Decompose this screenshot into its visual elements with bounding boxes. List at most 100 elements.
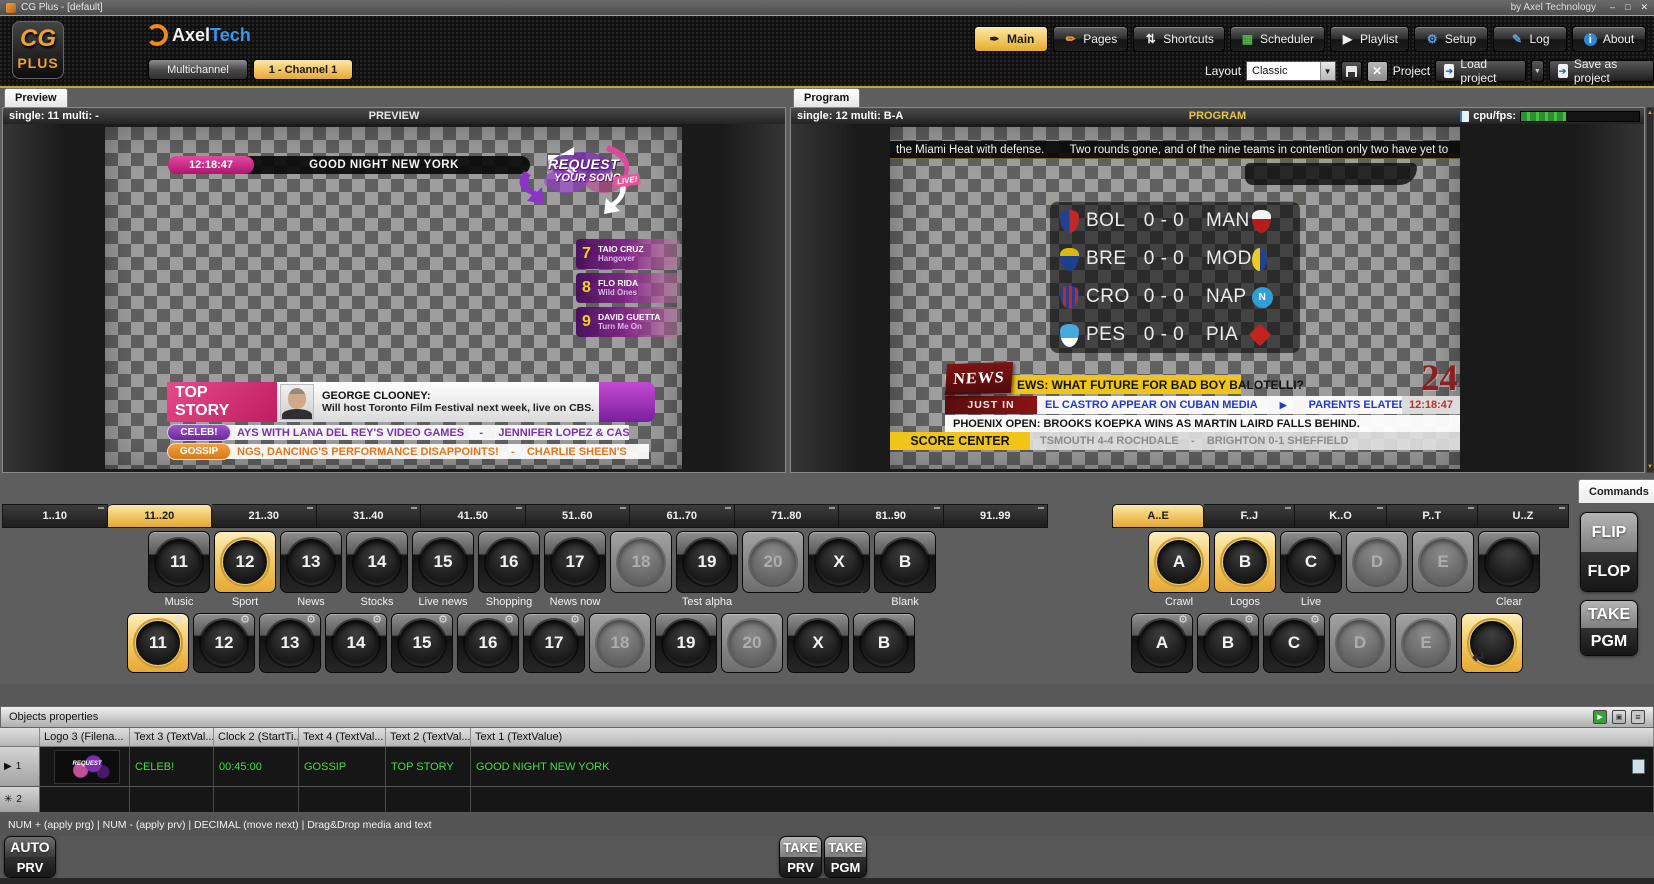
page-knob[interactable]: ⚙ 18 ⌄	[610, 531, 672, 593]
cell-text2[interactable]: TOP STORY	[386, 747, 471, 787]
page-range-tab[interactable]: 51..60	[526, 504, 631, 528]
multi-page-knob[interactable]: ⚙ E	[1412, 531, 1474, 593]
page-knob[interactable]: ⚙ 13	[259, 613, 321, 673]
page-range-tab[interactable]: 81..90	[839, 504, 944, 528]
nav-button[interactable]: ⚙ Setup	[1414, 26, 1488, 52]
nav-button[interactable]: ⇅ Shortcuts	[1133, 26, 1225, 52]
page-range-tab[interactable]: P..T	[1387, 504, 1478, 528]
page-knob[interactable]: ⚙ 16 ⌄	[478, 531, 540, 593]
auto-prv-button[interactable]: AUTO PRV	[4, 836, 56, 878]
multi-page-knob[interactable]: ⚙ B	[1214, 531, 1276, 593]
multi-page-knob[interactable]: ⚙ A	[1131, 613, 1193, 673]
page-knob[interactable]: ⚙ 20 ⌄	[742, 531, 804, 593]
page-knob[interactable]: ⚙ X ⌄	[808, 531, 870, 593]
multi-page-knob[interactable]: ⚙ D	[1329, 613, 1391, 673]
column-header[interactable]: Text 4 (TextVal...	[299, 728, 386, 746]
page-range-tab[interactable]: 71..80	[735, 504, 840, 528]
page-range-tab[interactable]: 31..40	[317, 504, 422, 528]
page-range-tab[interactable]: 1..10	[2, 504, 108, 528]
column-header[interactable]: Clock 2 (StartTi...	[214, 728, 299, 746]
cell-text3[interactable]: CELEB!	[130, 747, 214, 787]
minimize-icon[interactable]: –	[1610, 2, 1615, 13]
page-knob[interactable]: ⚙ B	[853, 613, 915, 673]
page-knob[interactable]: ⚙ 17	[523, 613, 585, 673]
page-range-tab[interactable]: 91..99	[944, 504, 1049, 528]
channel-tab[interactable]: Multichannel	[148, 59, 248, 80]
close-icon[interactable]: ✕	[1640, 2, 1648, 13]
channel-tab[interactable]: 1 - Channel 1	[253, 59, 353, 80]
cell-clock2[interactable]: 00:45:00	[214, 747, 299, 787]
nav-button[interactable]: ▦ Scheduler	[1230, 26, 1325, 52]
save-layout-button[interactable]	[1341, 61, 1362, 82]
load-project-dropdown-icon[interactable]: ▼	[1531, 60, 1543, 82]
nav-button[interactable]: ✏ Pages	[1053, 26, 1128, 52]
column-header[interactable]	[0, 728, 40, 746]
page-range-tab[interactable]: U..Z	[1478, 504, 1569, 528]
cell-text4[interactable]: GOSSIP	[299, 747, 386, 787]
maximize-icon[interactable]: □	[1625, 2, 1630, 13]
page-range-tab[interactable]: F..J	[1204, 504, 1295, 528]
save-as-project-button[interactable]: ➔ Save as project	[1549, 60, 1654, 82]
tab-preview[interactable]: Preview	[4, 88, 68, 107]
page-knob[interactable]: ⚙ 13 ⌄	[280, 531, 342, 593]
page-knob[interactable]: ⚙ 16	[457, 613, 519, 673]
cell-text1[interactable]: GOOD NIGHT NEW YORK	[471, 747, 1654, 787]
page-knob[interactable]: ⚙ 14 ⌄	[346, 531, 408, 593]
page-knob[interactable]: ⚙ 12 ⌄	[214, 531, 276, 593]
multi-page-knob[interactable]: ⚙ B	[1197, 613, 1259, 673]
page-range-tab[interactable]: 61..70	[630, 504, 735, 528]
apply-green-icon[interactable]: ▶	[1593, 710, 1607, 724]
multi-page-knob[interactable]: ⚙ A	[1148, 531, 1210, 593]
multi-page-knob[interactable]: ⚙ C	[1263, 613, 1325, 673]
page-knob[interactable]: ⚙ 15	[391, 613, 453, 673]
page-knob[interactable]: ⚙ 19 ⌄	[676, 531, 738, 593]
page-knob[interactable]: ⚙ X	[787, 613, 849, 673]
page-knob[interactable]: ⚙ 15 ⌄	[412, 531, 474, 593]
column-header[interactable]: Text 2 (TextVal...	[386, 728, 471, 746]
nav-button[interactable]: ▶ Playlist	[1330, 26, 1409, 52]
tab-commands[interactable]: Commands	[1578, 479, 1654, 503]
layout-dropdown-icon[interactable]: ▼	[1320, 62, 1335, 80]
take-prv-button[interactable]: TAKE PRV	[779, 836, 822, 878]
score-row: CRO 0 - 0 NAP N	[1060, 278, 1290, 316]
table-row-new[interactable]: ✳2	[0, 787, 1654, 813]
page-range-tab[interactable]: 21..30	[212, 504, 317, 528]
page-knob[interactable]: ⚙ 20	[721, 613, 783, 673]
page-knob[interactable]: ⚙ 11 ⌄	[148, 531, 210, 593]
column-header[interactable]: Logo 3 (Filena...	[40, 728, 130, 746]
page-range-tab[interactable]: 11..20	[108, 504, 213, 528]
column-header[interactable]: Text 3 (TextVal...	[130, 728, 214, 746]
multi-page-knob[interactable]: ⚙ E	[1395, 613, 1457, 673]
layout-select[interactable]: Classic ▼	[1246, 61, 1336, 81]
page-knob[interactable]: ⚙ 11	[127, 613, 189, 673]
page-range-tab[interactable]: K..O	[1295, 504, 1386, 528]
nav-button[interactable]: ✎ Log	[1493, 26, 1567, 52]
flip-flop-button[interactable]: FLIP FLOP	[1580, 512, 1638, 592]
nav-button[interactable]: i About	[1572, 26, 1646, 52]
list-view-icon[interactable]: ≡	[1631, 710, 1645, 724]
table-row[interactable]: ▶1 REQUEST CELEB! 00:45:00 GOSSIP TOP ST…	[0, 747, 1654, 787]
page-knob[interactable]: ⚙ 17 ⌄	[544, 531, 606, 593]
multi-page-knob[interactable]: ⚙ C	[1280, 531, 1342, 593]
page-knob[interactable]: ⚙ 12	[193, 613, 255, 673]
page-knob[interactable]: ⚙ 18	[589, 613, 651, 673]
scroll-up-icon[interactable]: ▲	[1647, 110, 1653, 116]
monitor-scrollbar[interactable]: ▲ ▼	[1646, 107, 1654, 473]
take-pgm-command-button[interactable]: TAKE PGM	[1580, 600, 1638, 656]
column-header[interactable]: Text 1 (TextValue)	[471, 728, 1654, 746]
scroll-down-icon[interactable]: ▼	[1647, 464, 1653, 470]
page-knob[interactable]: ⚙ 14	[325, 613, 387, 673]
page-range-tab[interactable]: A..E	[1112, 504, 1204, 528]
multi-page-knob[interactable]: ⚙	[1461, 613, 1523, 673]
multi-page-knob[interactable]: ⚙ D	[1346, 531, 1408, 593]
page-range-tab[interactable]: 41..50	[421, 504, 526, 528]
tab-program[interactable]: Program	[793, 88, 860, 107]
take-pgm-button[interactable]: TAKE PGM	[824, 836, 867, 878]
window-icon[interactable]: ▣	[1612, 710, 1626, 724]
page-knob[interactable]: ⚙ 19	[655, 613, 717, 673]
delete-layout-button[interactable]: ✕	[1367, 61, 1388, 82]
page-knob[interactable]: ⚙ B ⌄	[874, 531, 936, 593]
load-project-button[interactable]: ➔ Load project	[1435, 60, 1526, 82]
nav-button[interactable]: ✒ Main	[974, 26, 1048, 52]
multi-page-knob[interactable]: ⚙	[1478, 531, 1540, 593]
